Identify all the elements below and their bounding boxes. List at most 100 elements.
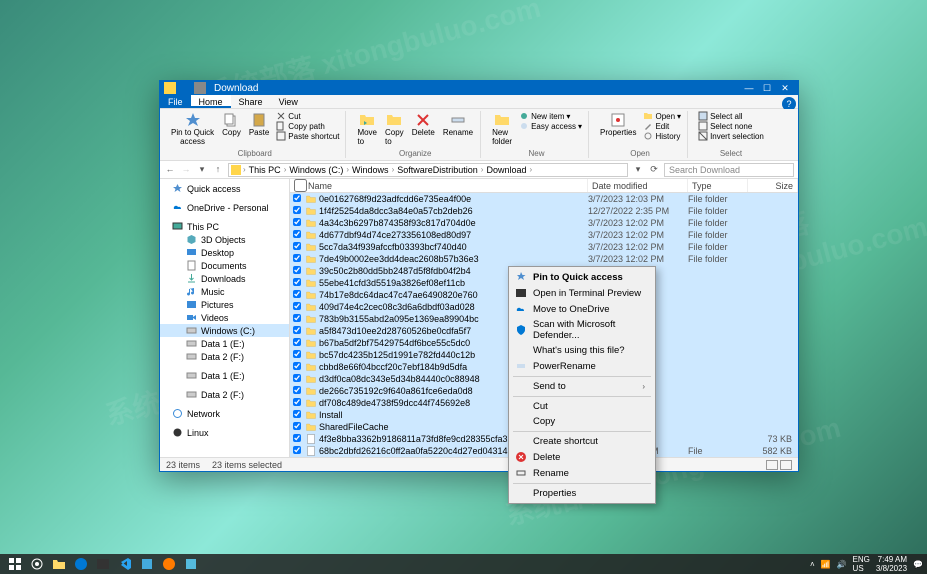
back-button[interactable]: ← <box>164 164 176 176</box>
sidebar-music[interactable]: Music <box>160 285 289 298</box>
ctx-send-to[interactable]: Send to› <box>509 379 655 394</box>
row-checkbox[interactable] <box>290 194 304 204</box>
paste-button[interactable]: Paste <box>246 111 272 138</box>
tab-home[interactable]: Home <box>191 95 231 108</box>
copy-path-button[interactable]: Copy path <box>274 121 341 131</box>
file-row[interactable]: 1f4f25254da8dcc3a84e0a57cb2deb2612/27/20… <box>290 205 798 217</box>
ctx-properties[interactable]: Properties <box>509 486 655 501</box>
clock[interactable]: 7:49 AM3/8/2023 <box>876 555 907 573</box>
column-checkbox[interactable] <box>290 179 304 192</box>
tab-share[interactable]: Share <box>231 95 271 108</box>
row-checkbox[interactable] <box>290 374 304 384</box>
language-indicator[interactable]: ENGUS <box>853 555 870 573</box>
file-row[interactable]: 7de49b0002ee3dd4deac2608b57b36e33/7/2023… <box>290 253 798 265</box>
copy-button[interactable]: Copy <box>219 111 244 138</box>
tray-wifi-icon[interactable]: 📶 <box>821 560 831 569</box>
column-size[interactable]: Size <box>748 179 798 192</box>
tray-chevron-icon[interactable]: ˄ <box>810 560 815 569</box>
sidebar-quick-access[interactable]: Quick access <box>160 182 289 195</box>
row-checkbox[interactable] <box>290 434 304 444</box>
new-folder-button[interactable]: New folder <box>489 111 515 147</box>
row-checkbox[interactable] <box>290 350 304 360</box>
ctx-powerrename[interactable]: PowerRename <box>509 358 655 374</box>
ctx-delete[interactable]: Delete <box>509 449 655 465</box>
ctx-cut[interactable]: Cut <box>509 399 655 414</box>
details-view-button[interactable] <box>766 460 778 470</box>
start-button[interactable] <box>6 555 24 573</box>
new-item-button[interactable]: New item ▾ <box>517 111 584 121</box>
history-button[interactable]: History <box>641 131 683 141</box>
file-row[interactable]: 5cc7da34f939afccfb03393bcf740d403/7/2023… <box>290 241 798 253</box>
sidebar-desktop[interactable]: Desktop <box>160 246 289 259</box>
column-date[interactable]: Date modified <box>588 179 688 192</box>
sidebar-data1-e[interactable]: Data 1 (E:) <box>160 337 289 350</box>
row-checkbox[interactable] <box>290 362 304 372</box>
row-checkbox[interactable] <box>290 218 304 228</box>
delete-button[interactable]: Delete <box>409 111 438 138</box>
row-checkbox[interactable] <box>290 422 304 432</box>
sidebar-downloads[interactable]: Downloads <box>160 272 289 285</box>
sidebar-data2-f-2[interactable]: Data 2 (F:) <box>160 388 289 401</box>
edit-button[interactable]: Edit <box>641 121 683 131</box>
search-input[interactable]: Search Download <box>664 163 794 177</box>
minimize-button[interactable]: — <box>740 81 758 95</box>
breadcrumb-segment[interactable]: Windows (C:) <box>286 165 346 175</box>
file-name[interactable]: 4d677dbf94d74ce273356108ed80d97 <box>304 230 588 240</box>
ctx-rename[interactable]: Rename <box>509 465 655 481</box>
refresh-button[interactable]: ⟳ <box>648 164 660 176</box>
row-checkbox[interactable] <box>290 242 304 252</box>
recent-dropdown[interactable]: ▾ <box>196 164 208 176</box>
tray-volume-icon[interactable]: 🔊 <box>837 560 847 569</box>
row-checkbox[interactable] <box>290 302 304 312</box>
breadcrumb[interactable]: › This PC› Windows (C:)› Windows› Softwa… <box>228 163 628 177</box>
column-name[interactable]: Name <box>304 179 588 192</box>
ctx-copy[interactable]: Copy <box>509 414 655 429</box>
ctx-move-onedrive[interactable]: Move to OneDrive <box>509 301 655 317</box>
row-checkbox[interactable] <box>290 290 304 300</box>
sidebar-network[interactable]: Network <box>160 407 289 420</box>
sidebar-documents[interactable]: Documents <box>160 259 289 272</box>
tab-view[interactable]: View <box>271 95 306 108</box>
row-checkbox[interactable] <box>290 254 304 264</box>
sidebar-pictures[interactable]: Pictures <box>160 298 289 311</box>
ctx-whats-using[interactable]: What's using this file? <box>509 343 655 358</box>
edge-taskbar-icon[interactable] <box>72 555 90 573</box>
app2-taskbar-icon[interactable] <box>182 555 200 573</box>
file-row[interactable]: 4a34c3b6297b874358f93c817d704d0e3/7/2023… <box>290 217 798 229</box>
select-all-button[interactable]: Select all <box>696 111 766 121</box>
ctx-pin-quick-access[interactable]: Pin to Quick access <box>509 269 655 285</box>
rename-button[interactable]: Rename <box>440 111 476 138</box>
breadcrumb-segment[interactable]: Download <box>483 165 529 175</box>
breadcrumb-segment[interactable]: SoftwareDistribution <box>394 165 481 175</box>
row-checkbox[interactable] <box>290 266 304 276</box>
sidebar-linux[interactable]: Linux <box>160 426 289 439</box>
file-name[interactable]: 5cc7da34f939afccfb03393bcf740d40 <box>304 242 588 252</box>
sidebar-3d-objects[interactable]: 3D Objects <box>160 233 289 246</box>
vscode-taskbar-icon[interactable] <box>116 555 134 573</box>
app-taskbar-icon[interactable] <box>138 555 156 573</box>
ctx-open-terminal[interactable]: Open in Terminal Preview <box>509 285 655 301</box>
up-button[interactable]: ↑ <box>212 164 224 176</box>
move-to-button[interactable]: Move to <box>354 111 380 147</box>
file-row[interactable]: 0e0162768f9d23adfcdd6e735ea4f00e3/7/2023… <box>290 193 798 205</box>
address-dropdown[interactable]: ▾ <box>632 164 644 176</box>
row-checkbox[interactable] <box>290 326 304 336</box>
tab-file[interactable]: File <box>160 95 191 108</box>
invert-selection-button[interactable]: Invert selection <box>696 131 766 141</box>
pin-quick-access-button[interactable]: Pin to Quick access <box>168 111 217 147</box>
large-icons-view-button[interactable] <box>780 460 792 470</box>
sidebar-this-pc[interactable]: This PC <box>160 220 289 233</box>
sidebar-onedrive[interactable]: OneDrive - Personal <box>160 201 289 214</box>
row-checkbox[interactable] <box>290 278 304 288</box>
ctx-create-shortcut[interactable]: Create shortcut <box>509 434 655 449</box>
forward-button[interactable]: → <box>180 164 192 176</box>
select-none-button[interactable]: Select none <box>696 121 766 131</box>
breadcrumb-segment[interactable]: This PC <box>246 165 284 175</box>
row-checkbox[interactable] <box>290 446 304 456</box>
qat-dropdown-icon[interactable] <box>194 82 206 94</box>
copy-to-button[interactable]: Copy to <box>382 111 407 147</box>
settings-icon[interactable] <box>28 555 46 573</box>
sidebar-windows-c[interactable]: Windows (C:) <box>160 324 289 337</box>
terminal-taskbar-icon[interactable] <box>94 555 112 573</box>
file-name[interactable]: 7de49b0002ee3dd4deac2608b57b36e3 <box>304 254 588 264</box>
